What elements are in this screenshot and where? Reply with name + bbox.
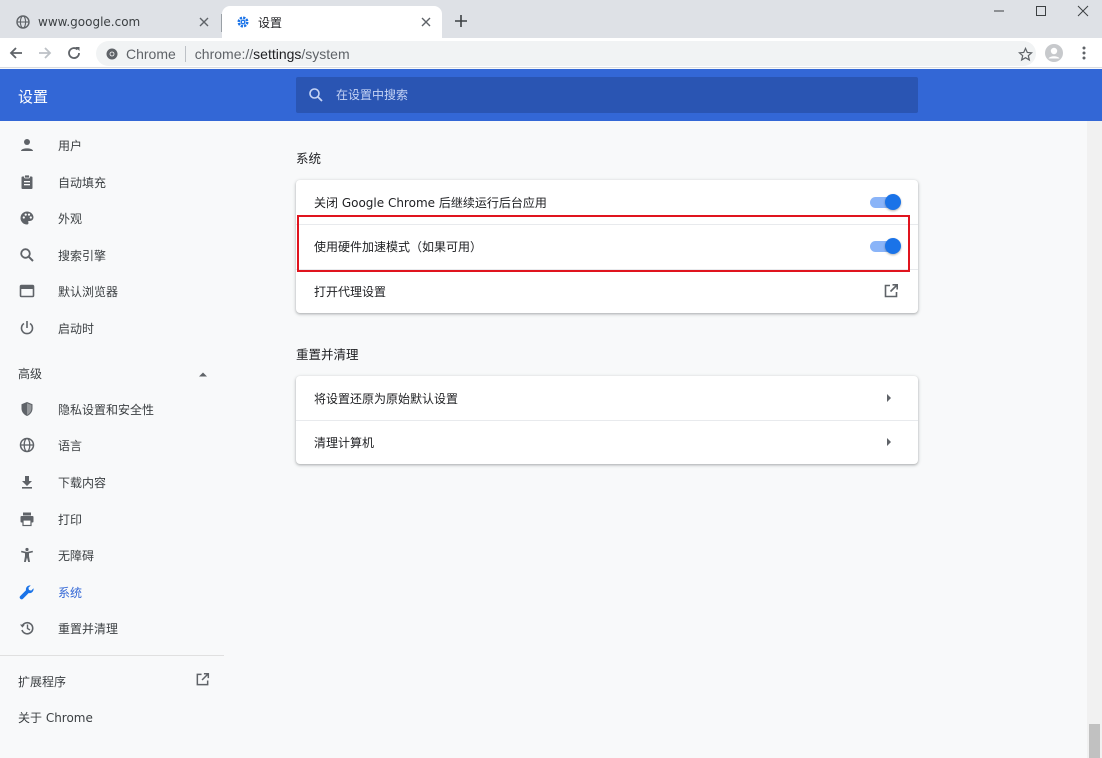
scrollbar-thumb[interactable]	[1089, 724, 1100, 758]
sidebar-item-label: 打印	[58, 512, 83, 527]
sidebar-item-printing[interactable]: 打印	[0, 501, 224, 537]
sidebar-item-label: 无障碍	[58, 548, 95, 563]
setting-label: 将设置还原为原始默认设置	[314, 391, 459, 406]
power-icon	[17, 318, 37, 338]
accessibility-icon	[17, 545, 37, 565]
extensions-label: 扩展程序	[18, 674, 67, 689]
advanced-label: 高级	[18, 366, 43, 381]
history-icon	[17, 618, 37, 638]
sidebar-item-default-browser[interactable]: 默认浏览器	[0, 273, 224, 309]
setting-label: 打开代理设置	[314, 284, 387, 299]
tab-strip: www.google.com 设置	[0, 0, 1102, 38]
close-icon[interactable]	[196, 14, 212, 30]
scrollbar[interactable]	[1087, 121, 1102, 758]
sidebar-item-privacy[interactable]: 隐私设置和安全性	[0, 391, 224, 427]
sidebar-item-autofill[interactable]: 自动填充	[0, 164, 224, 200]
search-input[interactable]	[336, 88, 896, 102]
search-icon	[308, 87, 324, 103]
settings-search[interactable]	[296, 77, 918, 113]
sidebar-item-languages[interactable]: 语言	[0, 427, 224, 463]
chrome-icon	[106, 48, 118, 60]
bookmark-star-icon[interactable]	[1014, 44, 1036, 64]
arrow-up-icon	[198, 366, 208, 380]
window-close-button[interactable]	[1060, 0, 1102, 22]
sidebar-item-search-engine[interactable]: 搜索引擎	[0, 237, 224, 273]
url-path: /system	[301, 45, 350, 62]
setting-row-restore-defaults[interactable]: 将设置还原为原始默认设置	[296, 376, 918, 420]
person-icon	[17, 135, 37, 155]
profile-avatar[interactable]	[1042, 41, 1066, 65]
sidebar-item-label: 系统	[58, 585, 83, 600]
tab-google[interactable]: www.google.com	[2, 6, 222, 38]
gear-icon	[236, 15, 250, 29]
wrench-icon	[17, 582, 37, 602]
sidebar: 用户 自动填充 外观 搜索引擎 默认浏览器 启动时 高级 隐私设置和安全性 语言…	[0, 121, 224, 758]
address-bar[interactable]: Chrome chrome://settings/system	[96, 41, 1036, 66]
minimize-button[interactable]	[976, 0, 1022, 22]
arrow-right-icon	[884, 436, 894, 448]
origin-label: Chrome	[126, 45, 176, 62]
setting-label: 清理计算机	[314, 435, 375, 450]
open-in-new-icon	[195, 672, 210, 690]
section-title-system: 系统	[296, 151, 322, 166]
settings-header: 设置	[0, 69, 1102, 121]
page-title: 设置	[18, 88, 49, 106]
row-divider	[296, 420, 918, 421]
download-icon	[17, 472, 37, 492]
sidebar-item-label: 重置并清理	[58, 621, 119, 636]
browser-icon	[17, 281, 37, 301]
clipboard-icon	[17, 172, 37, 192]
setting-row-cleanup[interactable]: 清理计算机	[296, 420, 918, 464]
sidebar-item-label: 自动填充	[58, 175, 107, 190]
arrow-right-icon	[884, 392, 894, 404]
sidebar-item-downloads[interactable]: 下载内容	[0, 464, 224, 500]
sidebar-item-system[interactable]: 系统	[0, 574, 224, 610]
reset-card: 将设置还原为原始默认设置 清理计算机	[296, 376, 918, 464]
tab-title: 设置	[258, 15, 283, 30]
sidebar-item-people[interactable]: 用户	[0, 127, 224, 163]
about-chrome-link[interactable]: 关于 Chrome	[18, 709, 93, 726]
sidebar-item-label: 语言	[58, 438, 83, 453]
forward-button[interactable]	[33, 41, 57, 65]
extensions-link[interactable]: 扩展程序	[18, 671, 210, 691]
url-host: settings	[253, 45, 302, 62]
omnibox-separator	[184, 45, 186, 62]
sidebar-item-label: 启动时	[58, 321, 95, 336]
sidebar-item-reset[interactable]: 重置并清理	[0, 610, 224, 646]
printer-icon	[17, 509, 37, 529]
toolbar: Chrome chrome://settings/system	[0, 38, 1102, 68]
maximize-button[interactable]	[1018, 0, 1064, 22]
sidebar-divider	[0, 655, 224, 656]
sidebar-item-label: 搜索引擎	[58, 248, 107, 263]
sidebar-item-on-startup[interactable]: 启动时	[0, 310, 224, 346]
sidebar-item-label: 外观	[58, 211, 83, 226]
globe-icon	[17, 435, 37, 455]
new-tab-button[interactable]	[450, 10, 472, 32]
back-button[interactable]	[4, 41, 28, 65]
sidebar-item-accessibility[interactable]: 无障碍	[0, 537, 224, 573]
reload-button[interactable]	[62, 41, 86, 65]
open-in-new-icon[interactable]	[882, 282, 900, 300]
setting-row-proxy[interactable]: 打开代理设置	[296, 269, 918, 313]
toggle-knob	[885, 194, 901, 210]
background-apps-toggle[interactable]	[870, 194, 901, 210]
close-icon[interactable]	[418, 14, 434, 30]
sidebar-item-appearance[interactable]: 外观	[0, 200, 224, 236]
setting-label: 关闭 Google Chrome 后继续运行后台应用	[314, 195, 547, 210]
annotation-highlight-box	[297, 215, 910, 272]
sidebar-item-label: 用户	[58, 138, 83, 153]
sidebar-item-label: 默认浏览器	[58, 284, 119, 299]
section-title-reset: 重置并清理	[296, 347, 359, 362]
sidebar-item-label: 隐私设置和安全性	[58, 402, 155, 417]
search-icon	[17, 245, 37, 265]
sidebar-item-label: 下载内容	[58, 475, 107, 490]
advanced-toggle[interactable]: 高级	[18, 363, 208, 383]
globe-icon	[16, 15, 30, 29]
tab-title: www.google.com	[38, 15, 141, 29]
palette-icon	[17, 208, 37, 228]
shield-icon	[17, 399, 37, 419]
url-scheme: chrome://	[194, 45, 254, 62]
tab-settings[interactable]: 设置	[222, 6, 442, 38]
more-vert-icon[interactable]	[1072, 41, 1096, 65]
